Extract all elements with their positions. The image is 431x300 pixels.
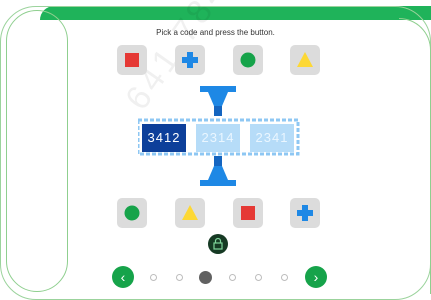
green-circle-icon [240, 52, 256, 68]
yellow-triangle-icon [182, 205, 198, 220]
next-page-button[interactable]: › [305, 266, 327, 288]
page-dot-3-active[interactable] [199, 271, 212, 284]
lock-button[interactable] [208, 234, 228, 254]
page-dot-4[interactable] [229, 274, 236, 281]
blue-plus-icon [297, 205, 313, 221]
bottom-tile-1[interactable] [117, 198, 147, 228]
code-option-1[interactable]: 3412 [142, 124, 186, 152]
chevron-left-icon: ‹ [120, 269, 126, 285]
red-square-icon [241, 206, 255, 220]
code-option-3[interactable]: 2341 [250, 124, 294, 152]
lock-icon [213, 237, 223, 250]
page-dot-2[interactable] [176, 274, 183, 281]
green-circle-icon [124, 205, 140, 221]
top-tile-1[interactable] [117, 45, 147, 75]
bottom-tile-2[interactable] [175, 198, 205, 228]
top-tile-4[interactable] [290, 45, 320, 75]
red-square-icon [125, 53, 139, 67]
instruction-text: Pick a code and press the button. [156, 28, 275, 37]
code-option-2[interactable]: 2314 [196, 124, 240, 152]
blue-plus-icon [182, 52, 198, 68]
top-tile-2[interactable] [175, 45, 205, 75]
bottom-tile-3[interactable] [233, 198, 263, 228]
prev-page-button[interactable]: ‹ [112, 266, 134, 288]
yellow-triangle-icon [297, 52, 313, 67]
chevron-right-icon: › [313, 269, 319, 285]
left-panel-outline [6, 10, 68, 292]
page-dot-1[interactable] [150, 274, 157, 281]
right-panel-outline [399, 18, 431, 294]
bottom-tile-4[interactable] [290, 198, 320, 228]
page-dot-5[interactable] [255, 274, 262, 281]
top-tile-3[interactable] [233, 45, 263, 75]
page-dot-6[interactable] [281, 274, 288, 281]
